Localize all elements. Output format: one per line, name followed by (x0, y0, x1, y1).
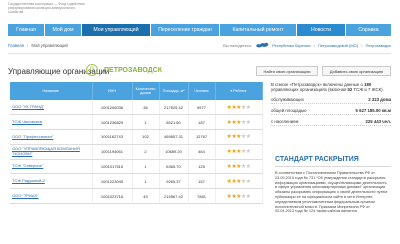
inn-cell: 1001206036 (92, 100, 133, 116)
rating-cell: ★★★★★ (215, 173, 263, 190)
area-cell: 6365.70 (159, 159, 189, 175)
top-header: Государственная корпорация — Фонд содейс… (0, 0, 400, 24)
col-area-header[interactable]: Площадь, м² (159, 82, 189, 100)
col-people-header[interactable]: Человек (188, 82, 216, 100)
rating-stars-icon: ★★★★★ (226, 134, 251, 141)
disclosure-standard-title: СТАНДАРТ РАСКРЫТИЯ (275, 156, 359, 163)
organizations-table: Название ИНН Количество домов Площадь, м… (10, 82, 263, 205)
stat-area: общей площадью 5 627 185.00 кв.м (271, 107, 391, 115)
table-row[interactable]: ООО "Профессионал" 1001162743 102 469657.31… (10, 129, 263, 145)
g-badge-icon: G (86, 64, 98, 76)
nav-help[interactable]: Справка (346, 24, 391, 36)
org-name-link[interactable]: ООО "ТРИАЛ" (10, 188, 93, 205)
houses-cell: 102 (132, 129, 160, 145)
rating-stars-icon: ★★★★★ (226, 164, 251, 171)
location-region[interactable]: Республика Карелия (272, 43, 310, 48)
col-name-header[interactable]: Название (10, 82, 93, 100)
houses-cell: 1 (132, 173, 160, 190)
main-nav: Главная Мой дом Мои управляющий Переселе… (8, 24, 391, 36)
rating-cell: ★★★★★ (215, 114, 263, 131)
people-cell: 125 (188, 159, 216, 175)
rating-cell: ★★★★★ (215, 100, 263, 116)
nav-my-house[interactable]: Мой дом (45, 24, 81, 36)
table-row[interactable]: ООО "ТРИАЛ" 1001023716 49 215567.42 7881 ★★★★… (10, 188, 263, 205)
table-row[interactable]: ТСЖ "Северное" 1001017515 1 6365.70 125 ★★★★★ (10, 159, 263, 175)
location-city[interactable]: Петрозаводск (365, 43, 391, 48)
location-label: Вы находитесь: (223, 42, 253, 48)
header-divider (8, 53, 391, 54)
org-description: Государственная корпорация — Фонд содейс… (8, 2, 85, 14)
org-name-link[interactable]: ТСЖ Радужный-2 (10, 173, 93, 190)
summary-text: В списке «Петрозаводск» включены данные … (271, 82, 384, 93)
stat-population: с населением 225 443 чел. (271, 118, 391, 126)
inn-cell: 1001017515 (92, 159, 133, 175)
col-houses-header[interactable]: Количество домов (132, 82, 160, 100)
area-cell: 6521.60 (159, 114, 189, 131)
area-cell: 217525.42 (159, 100, 189, 116)
houses-cell: 1 (132, 159, 160, 175)
nav-resettlement[interactable]: Переселение граждан (151, 24, 219, 36)
org-name-link[interactable]: ТСЖ Чаловское (10, 114, 93, 131)
breadcrumb-home[interactable]: Главная (8, 43, 24, 48)
city-name: ПЕТРОЗАВОДСК (104, 67, 162, 74)
stat-houses: обслуживающих 2 323 дома (271, 96, 391, 104)
area-cell: 215567.42 (159, 188, 189, 205)
area-cell: 10669.20 (159, 144, 189, 160)
rating-cell: ★★★★★ (215, 144, 263, 160)
location-district[interactable]: Петрозаводский (МО) (318, 43, 358, 48)
rating-stars-icon: ★★★★★ (226, 193, 251, 200)
people-cell: 12767 (188, 129, 216, 145)
inn-cell: 1001223045 (92, 173, 133, 190)
rating-cell: ★★★★★ (215, 188, 263, 205)
area-cell: 9265.37 (159, 173, 189, 190)
inn-cell: 1001162743 (92, 129, 133, 145)
org-name-link[interactable]: ООО "УК ГРАНД" (10, 100, 93, 116)
breadcrumb-separator: › (26, 42, 29, 48)
rating-stars-icon: ★★★★★ (226, 178, 251, 185)
summary-panel: В списке «Петрозаводск» включены данные … (271, 82, 391, 126)
people-cell: 7881 (188, 188, 216, 205)
people-cell: 464 (188, 144, 216, 160)
houses-cell: 2 (132, 144, 160, 160)
table-row[interactable]: ТСЖ Чаловское 1001236829 1 6521.60 187 ★★★★★ (10, 114, 263, 131)
col-inn-header[interactable]: ИНН (92, 82, 133, 100)
rating-stars-icon: ★★★★★ (226, 104, 251, 111)
people-cell: 9577 (188, 100, 216, 116)
people-cell: 157 (188, 173, 216, 190)
location-separator: › (313, 42, 315, 48)
rating-stars-icon: ★★★★★ (226, 119, 251, 126)
org-name-link[interactable]: ООО "Профессионал" (10, 129, 93, 145)
nav-home[interactable]: Главная (8, 24, 44, 36)
area-cell: 469657.31 (159, 129, 189, 145)
inn-cell: 1001023716 (92, 188, 133, 205)
add-organization-button[interactable]: Добавить свою организацию (322, 66, 391, 76)
location-selector: Вы находитесь: Республика Карелия › Петр… (223, 40, 391, 50)
nav-news[interactable]: Новости (297, 24, 345, 36)
disclosure-standard-text: В соответствии с Постановлением Правител… (275, 171, 387, 214)
table-row[interactable]: ООО "УК ГРАНД" 1001206036 36 217525.42 9577 ★… (10, 100, 263, 116)
inn-cell: 1001194061 (92, 144, 133, 160)
disclosure-divider (275, 166, 391, 167)
org-name-link[interactable]: ООО "УПРАВЛЯЮЩАЯ КОМПАНИЯ "НОНОВИ" (10, 144, 93, 160)
col-rating-header[interactable]: ▾ Рейтинг (215, 82, 263, 100)
location-separator-2: › (361, 42, 363, 48)
rating-cell: ★★★★★ (215, 129, 263, 145)
houses-cell: 1 (132, 114, 160, 131)
breadcrumb-current: Мой управляющий (31, 42, 68, 48)
find-organization-button[interactable]: Найти свою организацию (256, 66, 318, 76)
table-header-row: Название ИНН Количество домов Площадь, м… (10, 82, 263, 100)
rating-cell: ★★★★★ (215, 159, 263, 175)
inn-cell: 1001236829 (92, 114, 133, 131)
org-name-link[interactable]: ТСЖ "Северное" (10, 159, 93, 175)
table-row[interactable]: ТСЖ Радужный-2 1001223045 1 9265.37 157 ★★★★★ (10, 173, 263, 190)
rating-stars-icon: ★★★★★ (226, 149, 251, 156)
houses-cell: 36 (132, 100, 160, 116)
russia-map-icon (256, 42, 269, 48)
nav-my-manager[interactable]: Мои управляющий (82, 24, 150, 36)
people-cell: 187 (188, 114, 216, 131)
nav-capital-repair[interactable]: Капитальный ремонт (220, 24, 296, 36)
table-row[interactable]: ООО "УПРАВЛЯЮЩАЯ КОМПАНИЯ "НОНОВИ" 100119… (10, 144, 263, 160)
houses-cell: 49 (132, 188, 160, 205)
